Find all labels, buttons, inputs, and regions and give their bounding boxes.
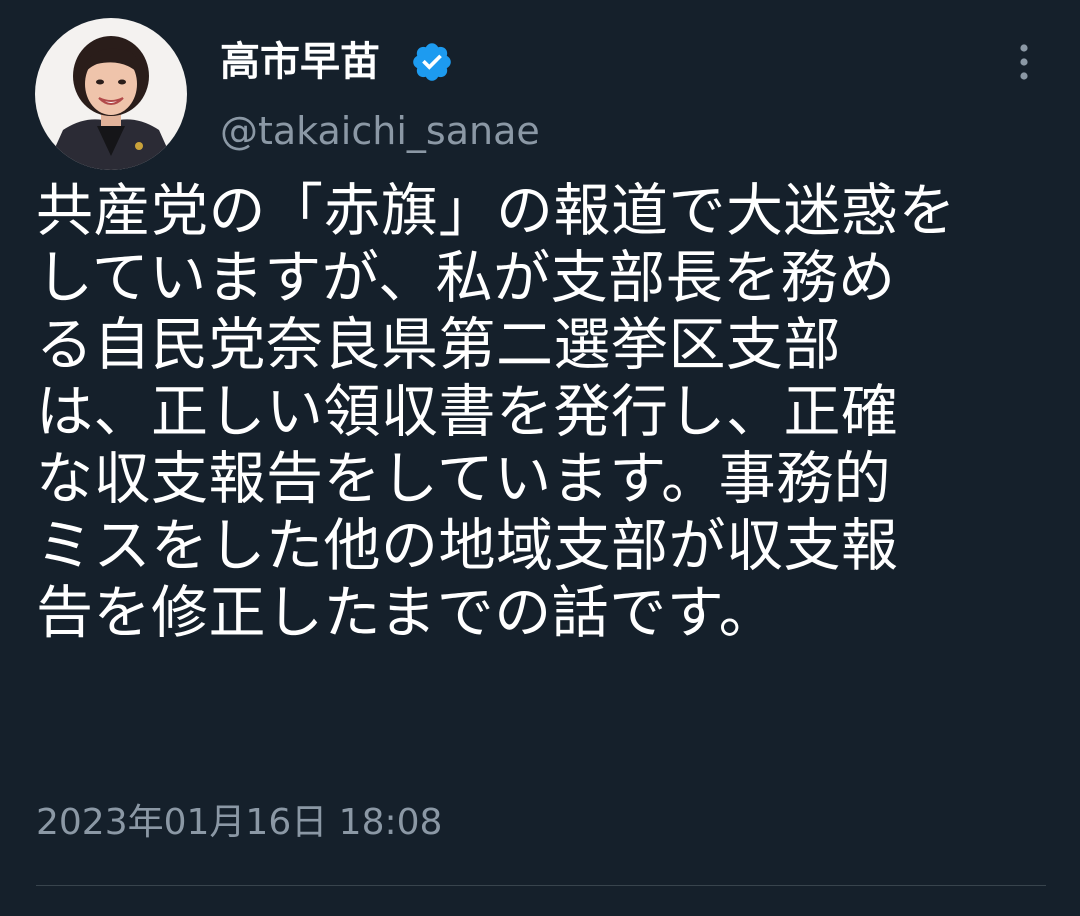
profile-photo-icon xyxy=(35,18,187,170)
avatar[interactable] xyxy=(35,18,187,170)
tweet-text-line: 共産党の「赤旗」の報道で大迷惑を xyxy=(36,178,956,244)
tweet: 高市早苗 @takaichi_sanae 共産党の「赤旗」の報道で大迷惑を して… xyxy=(0,0,1080,916)
tweet-text: 共産党の「赤旗」の報道で大迷惑を していますが、私が支部長を務め る自民党奈良県… xyxy=(36,178,1026,647)
display-name[interactable]: 高市早苗 xyxy=(220,38,380,86)
author-handle[interactable]: @takaichi_sanae xyxy=(220,108,540,154)
more-options-icon[interactable] xyxy=(1004,40,1044,84)
tweet-text-line: は、正しい領収書を発行し、正確 xyxy=(36,379,899,445)
divider xyxy=(36,885,1046,886)
tweet-text-line: ミスをした他の地域支部が収支報 xyxy=(36,513,899,579)
tweet-text-line: 告を修正したまでの話です。 xyxy=(36,580,777,646)
tweet-text-line: な収支報告をしています。事務的 xyxy=(36,446,892,512)
tweet-timestamp[interactable]: 2023年01月16日 18:08 xyxy=(36,800,442,846)
tweet-text-line: していますが、私が支部長を務め xyxy=(36,245,896,311)
verified-badge-icon xyxy=(413,43,451,81)
tweet-text-line: る自民党奈良県第二選挙区支部 xyxy=(36,312,841,378)
